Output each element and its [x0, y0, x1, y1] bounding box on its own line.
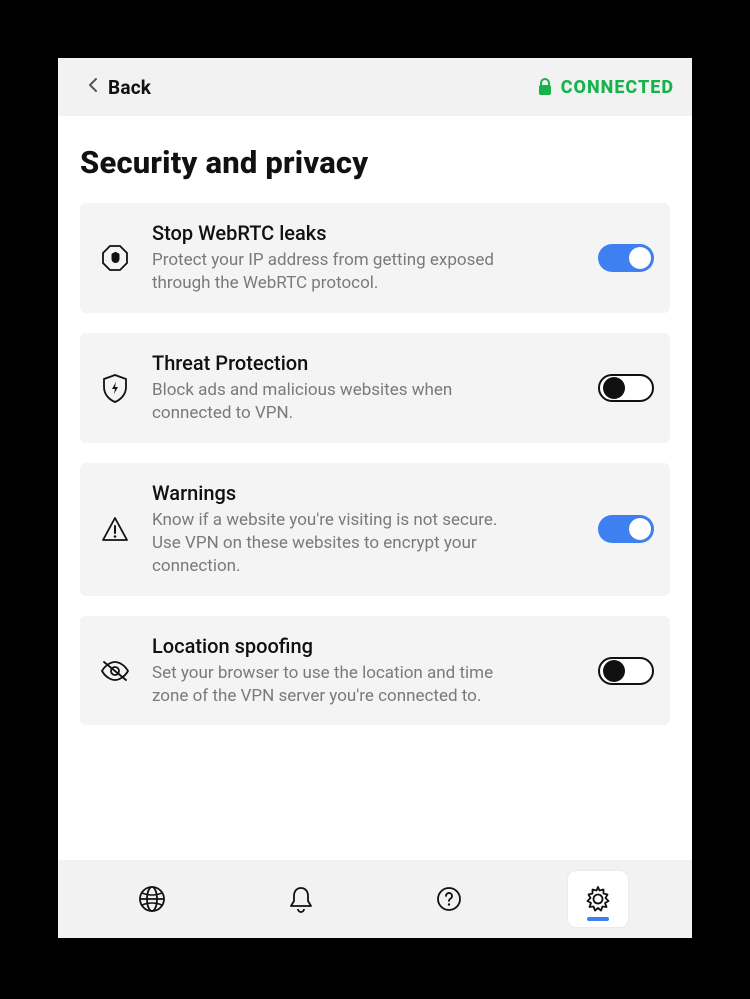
setting-item-threat: Threat Protection Block ads and maliciou…	[80, 333, 670, 443]
connection-status: CONNECTED	[537, 77, 674, 98]
setting-item-webrtc: Stop WebRTC leaks Protect your IP addres…	[80, 203, 670, 313]
settings-list: Stop WebRTC leaks Protect your IP addres…	[80, 203, 670, 725]
settings-tab[interactable]	[568, 871, 628, 927]
bottom-tab-bar	[58, 860, 692, 938]
setting-desc: Set your browser to use the location and…	[152, 662, 512, 708]
setting-item-warnings: Warnings Know if a website you're visiti…	[80, 463, 670, 596]
page-title: Security and privacy	[80, 144, 670, 181]
alerts-tab[interactable]	[271, 871, 331, 927]
setting-item-location: Location spoofing Set your browser to us…	[80, 616, 670, 726]
setting-desc: Know if a website you're visiting is not…	[152, 509, 512, 578]
eye-off-icon	[96, 659, 134, 683]
gear-icon	[583, 884, 613, 914]
toggle-threat[interactable]	[598, 374, 654, 402]
page-content: Security and privacy Stop WebRTC leaks P…	[58, 116, 692, 860]
toggle-webrtc[interactable]	[598, 244, 654, 272]
setting-title: Stop WebRTC leaks	[152, 221, 574, 245]
warning-triangle-icon	[96, 515, 134, 543]
chevron-left-icon	[88, 77, 98, 98]
setting-title: Threat Protection	[152, 351, 574, 375]
setting-body: Threat Protection Block ads and maliciou…	[152, 351, 574, 425]
globe-icon	[137, 884, 167, 914]
help-icon	[435, 885, 463, 913]
status-text: CONNECTED	[561, 77, 674, 98]
setting-desc: Protect your IP address from getting exp…	[152, 249, 512, 295]
setting-body: Warnings Know if a website you're visiti…	[152, 481, 574, 578]
stop-hand-icon	[96, 243, 134, 273]
shield-bolt-icon	[96, 372, 134, 404]
setting-desc: Block ads and malicious websites when co…	[152, 379, 512, 425]
globe-tab[interactable]	[122, 871, 182, 927]
page-header: Back CONNECTED	[58, 58, 692, 116]
setting-body: Location spoofing Set your browser to us…	[152, 634, 574, 708]
app-container: Back CONNECTED Security and privacy Stop…	[58, 58, 692, 938]
setting-title: Location spoofing	[152, 634, 574, 658]
help-tab[interactable]	[419, 871, 479, 927]
bell-icon	[287, 884, 315, 914]
back-button[interactable]: Back	[88, 76, 151, 99]
lock-icon	[537, 78, 553, 96]
setting-body: Stop WebRTC leaks Protect your IP addres…	[152, 221, 574, 295]
toggle-location[interactable]	[598, 657, 654, 685]
setting-title: Warnings	[152, 481, 574, 505]
back-label: Back	[108, 76, 151, 99]
toggle-warnings[interactable]	[598, 515, 654, 543]
